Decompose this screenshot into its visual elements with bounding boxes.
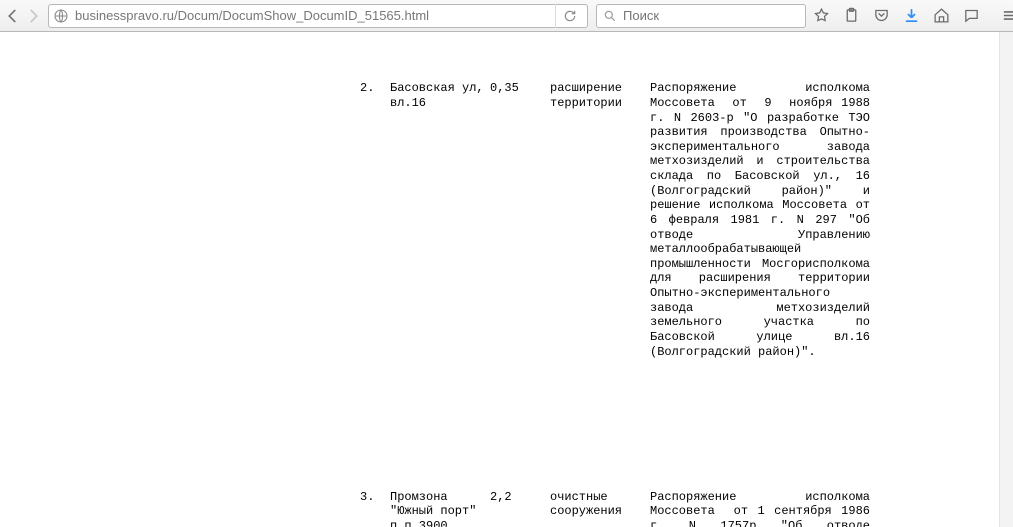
search-icon bbox=[603, 9, 617, 23]
globe-icon bbox=[53, 8, 69, 24]
search-bar[interactable] bbox=[596, 4, 806, 28]
url-input[interactable] bbox=[75, 8, 555, 23]
col-address: Басовская ул, вл.16 bbox=[390, 81, 490, 359]
table-row: 3. Промзона "Южный порт" п.п.3900 2,2 оч… bbox=[40, 490, 973, 527]
search-input[interactable] bbox=[623, 8, 799, 23]
toolbar-right bbox=[808, 3, 1013, 29]
document-body: 2. Басовская ул, вл.16 0,35 расширение т… bbox=[0, 32, 1013, 527]
star-icon[interactable] bbox=[808, 3, 834, 29]
home-icon[interactable] bbox=[928, 3, 954, 29]
scrollbar[interactable] bbox=[999, 32, 1013, 527]
clipboard-icon[interactable] bbox=[838, 3, 864, 29]
col-purpose: расширение территории bbox=[550, 81, 650, 359]
url-bar[interactable] bbox=[48, 4, 588, 28]
browser-toolbar bbox=[0, 0, 1013, 32]
download-icon[interactable] bbox=[898, 3, 924, 29]
pocket-icon[interactable] bbox=[868, 3, 894, 29]
col-purpose: очистные сооружения bbox=[550, 490, 650, 527]
menu-icon[interactable] bbox=[996, 3, 1013, 29]
forward-button[interactable] bbox=[24, 3, 42, 29]
col-value: 2,2 bbox=[490, 490, 550, 527]
back-button[interactable] bbox=[4, 3, 22, 29]
col-address: Промзона "Южный порт" п.п.3900 bbox=[390, 490, 490, 527]
col-desc: Распоряжение исполкома Моссовета от 9 но… bbox=[650, 81, 870, 359]
page-content: 2. Басовская ул, вл.16 0,35 расширение т… bbox=[0, 32, 1013, 527]
chat-icon[interactable] bbox=[958, 3, 984, 29]
col-value: 0,35 bbox=[490, 81, 550, 359]
table-row: 2. Басовская ул, вл.16 0,35 расширение т… bbox=[40, 81, 973, 359]
col-number: 2. bbox=[360, 81, 390, 359]
col-number: 3. bbox=[360, 490, 390, 527]
col-desc: Распоряжение исполкома Моссовета от 1 се… bbox=[650, 490, 870, 527]
reload-button[interactable] bbox=[555, 4, 583, 28]
